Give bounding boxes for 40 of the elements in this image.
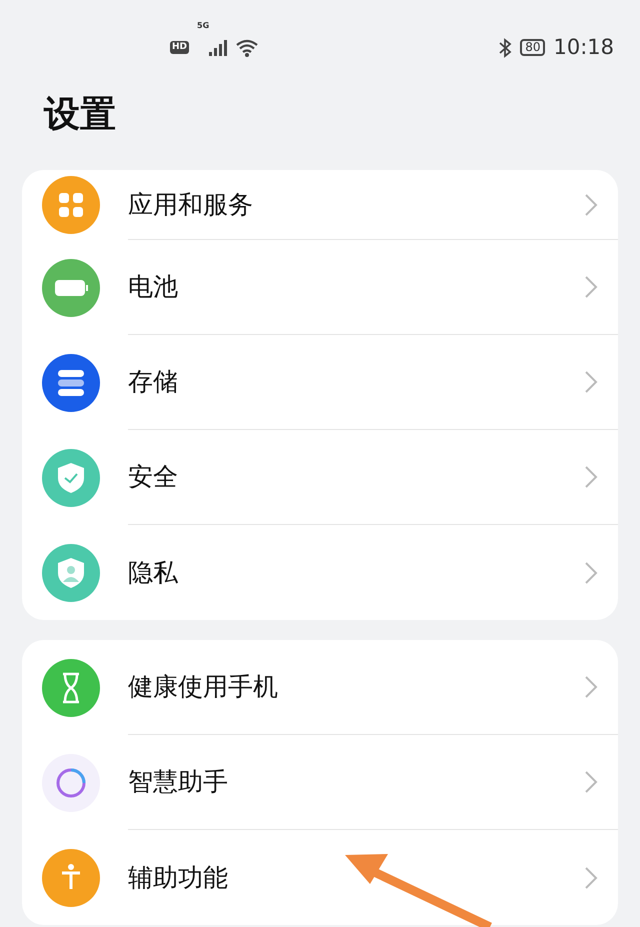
- battery-indicator: 80: [520, 38, 546, 56]
- battery-icon: [42, 258, 100, 316]
- accessibility-icon: [42, 848, 100, 906]
- chevron-icon: [584, 192, 598, 216]
- settings-item[interactable]: 辅助功能: [22, 830, 618, 925]
- chevron-icon: [584, 770, 598, 794]
- wifi-icon: [235, 38, 260, 56]
- item-label: 健康使用手机: [128, 671, 279, 704]
- signal-icon: [209, 40, 228, 56]
- apps-icon: [42, 176, 100, 234]
- item-label: 电池: [128, 271, 179, 304]
- item-label: 辅助功能: [128, 862, 229, 894]
- item-label: 应用和服务: [128, 188, 254, 221]
- storage-icon: [42, 354, 100, 412]
- chevron-icon: [584, 465, 598, 489]
- settings-item[interactable]: 应用和服务: [22, 170, 618, 240]
- chevron-icon: [584, 370, 598, 394]
- hd-indicator: HD: [170, 41, 190, 54]
- item-label: 存储: [128, 366, 179, 398]
- item-label: 安全: [128, 461, 179, 494]
- settings-item[interactable]: 隐私: [22, 525, 618, 620]
- hourglass-icon: [42, 658, 100, 716]
- shield-person-icon: [42, 544, 100, 602]
- settings-item[interactable]: 智慧助手: [22, 735, 618, 830]
- settings-item[interactable]: 存储: [22, 335, 618, 430]
- network-label: 5G: [197, 20, 210, 32]
- chevron-icon: [584, 275, 598, 299]
- chevron-icon: [584, 560, 598, 584]
- page-title: 设置: [42, 93, 117, 137]
- settings-item[interactable]: 安全: [22, 430, 618, 525]
- item-label: 隐私: [128, 556, 179, 589]
- item-label: 智慧助手: [128, 766, 229, 798]
- ring-icon: [42, 754, 100, 812]
- bluetooth-icon: [498, 38, 512, 58]
- chevron-icon: [584, 866, 598, 890]
- chevron-icon: [584, 675, 598, 699]
- settings-item[interactable]: 健康使用手机: [22, 640, 618, 735]
- clock-time: 10:18: [553, 34, 614, 61]
- shield-icon: [42, 448, 100, 506]
- settings-item[interactable]: 电池: [22, 240, 618, 335]
